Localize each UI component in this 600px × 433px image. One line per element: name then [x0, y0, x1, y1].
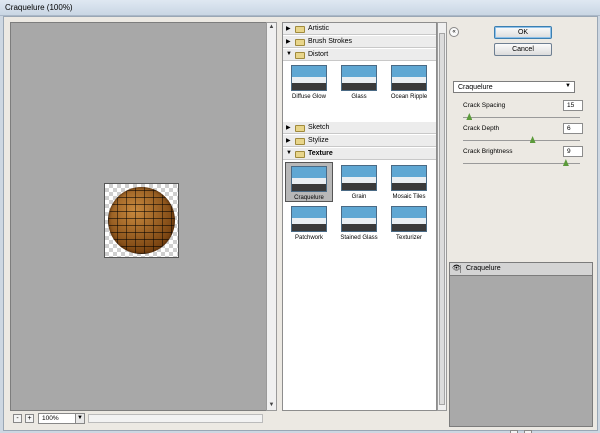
- filter-thumb-craquelure[interactable]: Craquelure: [285, 162, 333, 202]
- collapsed-arrow-icon[interactable]: ▶: [286, 124, 291, 131]
- zoom-out-button[interactable]: -: [13, 414, 22, 423]
- filter-thumb-stained-glass[interactable]: Stained Glass: [336, 206, 382, 241]
- scroll-down-arrow-icon[interactable]: ▼: [268, 402, 275, 409]
- collapsed-arrow-icon[interactable]: ▶: [286, 38, 291, 45]
- crack-depth-slider-track[interactable]: [463, 140, 580, 141]
- title-bar: Craquelure (100%): [0, 0, 600, 16]
- effect-layers-panel: 👁 Craquelure: [449, 262, 593, 427]
- collapse-gallery-icon[interactable]: «: [449, 27, 459, 37]
- collapsed-arrow-icon[interactable]: ▶: [286, 137, 291, 144]
- window-title: Craquelure (100%): [5, 3, 73, 12]
- filter-thumb-patchwork[interactable]: Patchwork: [286, 206, 332, 241]
- dropdown-arrow-icon: ▼: [565, 83, 571, 89]
- folder-icon: [295, 26, 305, 33]
- preview-canvas[interactable]: [10, 22, 268, 411]
- filter-thumb-mosaic-tiles[interactable]: Mosaic Tiles: [386, 165, 432, 200]
- category-sketch[interactable]: ▶ Sketch: [283, 122, 436, 134]
- category-distort[interactable]: ▼ Distort: [283, 49, 436, 61]
- filter-thumb-texturizer[interactable]: Texturizer: [386, 206, 432, 241]
- grain-thumbnail: [341, 165, 377, 191]
- patchwork-thumbnail: [291, 206, 327, 232]
- filter-thumb-diffuse-glow[interactable]: Diffuse Glow: [286, 65, 332, 100]
- folder-open-icon: [295, 151, 305, 158]
- gallery-scroll-thumb[interactable]: [439, 33, 445, 405]
- zoom-in-button[interactable]: +: [25, 414, 34, 423]
- folder-icon: [295, 138, 305, 145]
- preview-vertical-scrollbar[interactable]: ▲ ▼: [266, 22, 277, 411]
- zoom-dropdown-icon[interactable]: ▼: [75, 413, 85, 424]
- category-stylize[interactable]: ▶ Stylize: [283, 135, 436, 147]
- filter-thumb-glass[interactable]: Glass: [336, 65, 382, 100]
- texturizer-thumbnail: [391, 206, 427, 232]
- preview-zoom-bar: - + 100% ▼: [10, 413, 278, 426]
- expanded-arrow-icon[interactable]: ▼: [286, 51, 292, 57]
- ok-button[interactable]: OK: [494, 26, 552, 39]
- scroll-up-arrow-icon[interactable]: ▲: [268, 24, 275, 31]
- stained-glass-thumbnail: [341, 206, 377, 232]
- folder-icon: [295, 125, 305, 132]
- folder-open-icon: [295, 52, 305, 59]
- craquelure-thumbnail: [291, 166, 327, 192]
- category-brush-strokes[interactable]: ▶ Brush Strokes: [283, 36, 436, 48]
- zoom-level-field[interactable]: 100%: [38, 413, 76, 424]
- param-crack-brightness: Crack Brightness 9: [463, 146, 583, 176]
- filter-thumb-grain[interactable]: Grain: [336, 165, 382, 200]
- preview-horizontal-scrollbar[interactable]: [88, 414, 263, 423]
- crack-brightness-input[interactable]: 9: [563, 146, 583, 157]
- crack-brightness-slider-track[interactable]: [463, 163, 580, 164]
- crack-depth-input[interactable]: 6: [563, 123, 583, 134]
- category-texture[interactable]: ▼ Texture: [283, 148, 436, 160]
- filter-thumb-ocean-ripple[interactable]: Ocean Ripple: [386, 65, 432, 100]
- ocean-ripple-thumbnail: [391, 65, 427, 91]
- filter-gallery-dialog: ▲ ▼ - + 100% ▼ ▶ Artistic ▶ Brush Stroke…: [3, 16, 598, 433]
- expanded-arrow-icon[interactable]: ▼: [286, 150, 292, 156]
- collapsed-arrow-icon[interactable]: ▶: [286, 25, 291, 32]
- cancel-button[interactable]: Cancel: [494, 43, 552, 56]
- folder-icon: [295, 39, 305, 46]
- glass-thumbnail: [341, 65, 377, 91]
- effect-layer-row[interactable]: 👁 Craquelure: [450, 263, 592, 276]
- diffuse-glow-thumbnail: [291, 65, 327, 91]
- eye-icon[interactable]: 👁: [452, 265, 461, 273]
- crack-spacing-slider-track[interactable]: [463, 117, 580, 118]
- filter-select[interactable]: Craquelure ▼: [453, 81, 575, 93]
- preview-sample-image: [104, 183, 179, 258]
- filter-gallery-list: ▶ Artistic ▶ Brush Strokes ▼ Distort Dif…: [282, 22, 437, 411]
- category-artistic[interactable]: ▶ Artistic: [283, 23, 436, 35]
- crack-spacing-input[interactable]: 15: [563, 100, 583, 111]
- gallery-scrollbar[interactable]: [437, 22, 447, 411]
- mosaic-tiles-thumbnail: [391, 165, 427, 191]
- craquelure-disc: [108, 187, 175, 254]
